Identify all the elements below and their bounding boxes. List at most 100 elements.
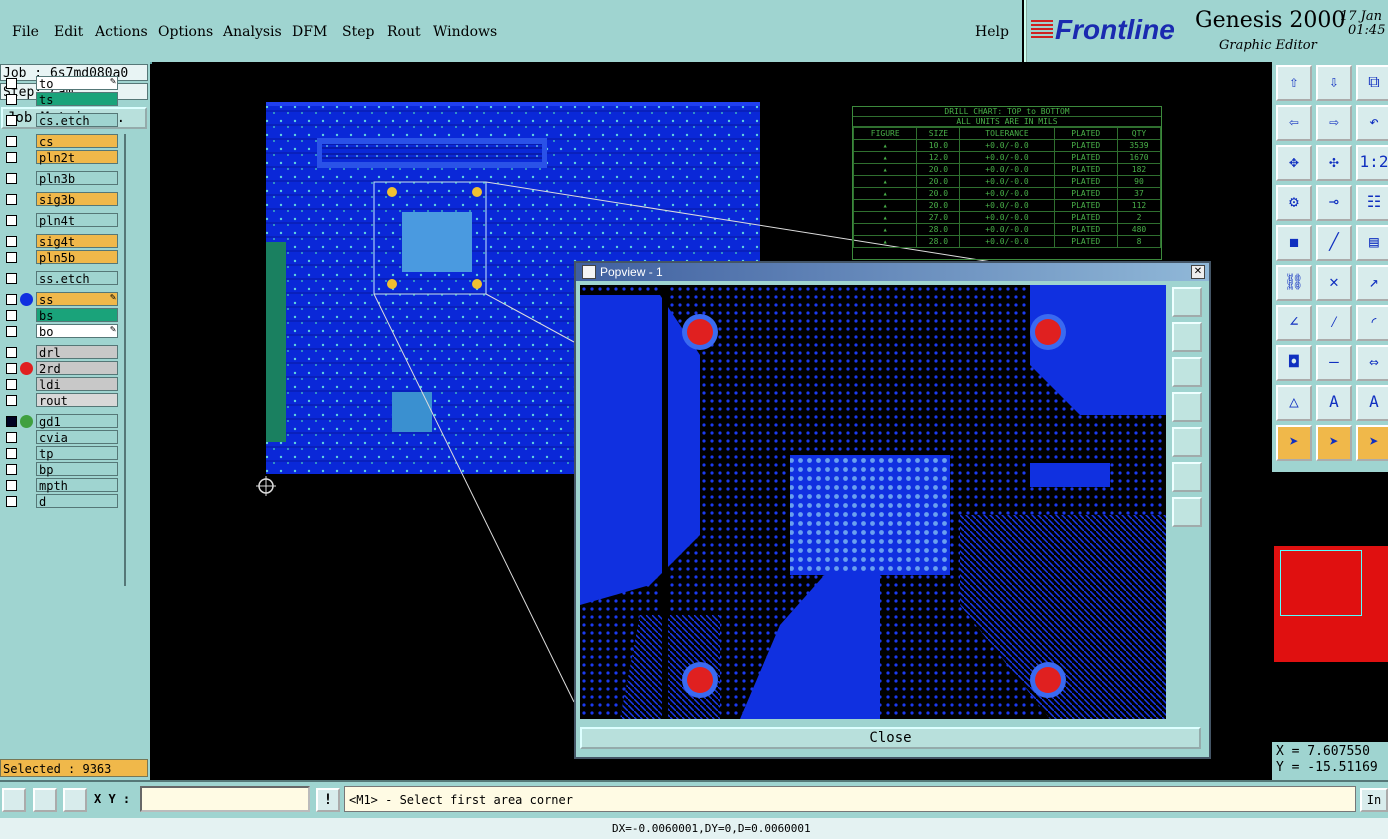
layer-checkbox[interactable]: [6, 236, 17, 247]
layer-checkbox[interactable]: [6, 432, 17, 443]
move-down-icon[interactable]: ⇩: [1316, 65, 1352, 101]
undo-icon[interactable]: ↶: [1356, 105, 1388, 141]
popview-zoom-tool-4[interactable]: [1172, 392, 1202, 422]
measure-icon[interactable]: [33, 788, 57, 812]
menu-analysis[interactable]: Analysis: [223, 24, 282, 40]
layer-name[interactable]: to: [36, 76, 118, 91]
layer-name[interactable]: tp: [36, 446, 118, 461]
layer-row-ts[interactable]: ts: [0, 92, 122, 107]
grid-icon[interactable]: [63, 788, 87, 812]
menu-windows[interactable]: Windows: [433, 24, 497, 40]
menu-actions[interactable]: Actions: [95, 24, 148, 40]
layer-checkbox[interactable]: [6, 152, 17, 163]
layer-row-cvia[interactable]: cvia: [0, 430, 122, 445]
layer-name[interactable]: mpth: [36, 478, 118, 493]
pan-icon[interactable]: ✣: [1316, 145, 1352, 181]
layer-row-cs-etch[interactable]: cs.etch: [0, 113, 122, 128]
layer-checkbox[interactable]: [6, 395, 17, 406]
alert-icon[interactable]: !: [316, 788, 340, 812]
pointer2-icon[interactable]: ➤: [1316, 425, 1352, 461]
zoom-home-icon[interactable]: ✥: [1276, 145, 1312, 181]
move-left-icon[interactable]: ⇦: [1276, 105, 1312, 141]
layer-row-2rd[interactable]: 2rd: [0, 361, 122, 376]
slash-icon[interactable]: ⁄: [1316, 305, 1352, 341]
popview-canvas[interactable]: [580, 285, 1166, 719]
menu-help[interactable]: Help: [975, 24, 1009, 40]
layer-name[interactable]: pln3b: [36, 171, 118, 186]
close-button[interactable]: Close: [580, 727, 1201, 749]
layer-name[interactable]: gd1: [36, 414, 118, 429]
resize-icon[interactable]: ⇔: [1356, 345, 1388, 381]
popview-zoom-tool-3[interactable]: [1172, 357, 1202, 387]
text-a2-icon[interactable]: A: [1356, 385, 1388, 421]
move-up-icon[interactable]: ⇧: [1276, 65, 1312, 101]
popview-zoom-tool-5[interactable]: [1172, 427, 1202, 457]
layer-checkbox[interactable]: [6, 215, 17, 226]
menu-step[interactable]: Step: [342, 24, 374, 40]
layer-row-bo[interactable]: bo ✎: [0, 324, 122, 339]
angle-icon[interactable]: ∠: [1276, 305, 1312, 341]
layer-checkbox[interactable]: [6, 347, 17, 358]
layer-name[interactable]: cvia: [36, 430, 118, 445]
layer-row-gd1[interactable]: gd1: [0, 414, 122, 429]
layer-row-drl[interactable]: drl: [0, 345, 122, 360]
layer-row-pln3b[interactable]: pln3b: [0, 171, 122, 186]
text-a-icon[interactable]: A: [1316, 385, 1352, 421]
layer-row-sig4t[interactable]: sig4t: [0, 234, 122, 249]
layer-checkbox[interactable]: [6, 416, 17, 427]
layer-name[interactable]: ts: [36, 92, 118, 107]
layer-row-cs[interactable]: cs: [0, 134, 122, 149]
layer-row-pln4t[interactable]: pln4t: [0, 213, 122, 228]
layer-row-ss-etch[interactable]: ss.etch: [0, 271, 122, 286]
layer-name[interactable]: rout: [36, 393, 118, 408]
close-icon[interactable]: ✕: [1191, 265, 1205, 279]
layer-checkbox[interactable]: [6, 252, 17, 263]
popview-titlebar[interactable]: Popview - 1 ✕: [576, 263, 1209, 281]
layer-name[interactable]: sig4t: [36, 234, 118, 249]
curve-icon[interactable]: ◜: [1356, 305, 1388, 341]
layer-row-bp[interactable]: bp: [0, 462, 122, 477]
layer-row-mpth[interactable]: mpth: [0, 478, 122, 493]
pad-icon[interactable]: ◘: [1276, 345, 1312, 381]
layer-name[interactable]: bs: [36, 308, 118, 323]
layer-row-d[interactable]: d: [0, 494, 122, 509]
move-right-icon[interactable]: ⇨: [1316, 105, 1352, 141]
layer-checkbox[interactable]: [6, 496, 17, 507]
layer-checkbox[interactable]: [6, 194, 17, 205]
layer-name[interactable]: bo: [36, 324, 118, 339]
layer-checkbox[interactable]: [6, 310, 17, 321]
layer-row-ss[interactable]: ss ✎: [0, 292, 122, 307]
triangle-icon[interactable]: △: [1276, 385, 1312, 421]
connect-icon[interactable]: ⛓: [1276, 265, 1312, 301]
layer-name[interactable]: sig3b: [36, 192, 118, 207]
layer-name[interactable]: 2rd: [36, 361, 118, 376]
delete-icon[interactable]: ✕: [1316, 265, 1352, 301]
window-menu-icon[interactable]: [582, 265, 596, 279]
layer-name[interactable]: pln4t: [36, 213, 118, 228]
probe-icon[interactable]: ⊸: [1316, 185, 1352, 221]
layer-name[interactable]: cs.etch: [36, 113, 118, 128]
layer-checkbox[interactable]: [6, 448, 17, 459]
popview-zoom-tool-1[interactable]: [1172, 287, 1202, 317]
layer-row-ldi[interactable]: ldi: [0, 377, 122, 392]
layer-checkbox[interactable]: [6, 78, 17, 89]
layer-checkbox[interactable]: [6, 379, 17, 390]
layer-name[interactable]: d: [36, 494, 118, 509]
layer-checkbox[interactable]: [6, 363, 17, 374]
layer-row-sig3b[interactable]: sig3b: [0, 192, 122, 207]
layer-row-pln2t[interactable]: pln2t: [0, 150, 122, 165]
layer-checkbox[interactable]: [6, 115, 17, 126]
menu-rout[interactable]: Rout: [387, 24, 421, 40]
xy-input[interactable]: [140, 786, 310, 812]
layer-checkbox[interactable]: [6, 326, 17, 337]
scale-icon[interactable]: 1:2: [1356, 145, 1388, 181]
layer-checkbox[interactable]: [6, 136, 17, 147]
layer-name[interactable]: ldi: [36, 377, 118, 392]
layer-name[interactable]: ss.etch: [36, 271, 118, 286]
popview-zoom-tool-7[interactable]: [1172, 497, 1202, 527]
layer-checkbox[interactable]: [6, 173, 17, 184]
arc-icon[interactable]: ↗: [1356, 265, 1388, 301]
layer-row-pln5b[interactable]: pln5b: [0, 250, 122, 265]
layer-name[interactable]: ss: [36, 292, 118, 307]
layer-name[interactable]: pln5b: [36, 250, 118, 265]
